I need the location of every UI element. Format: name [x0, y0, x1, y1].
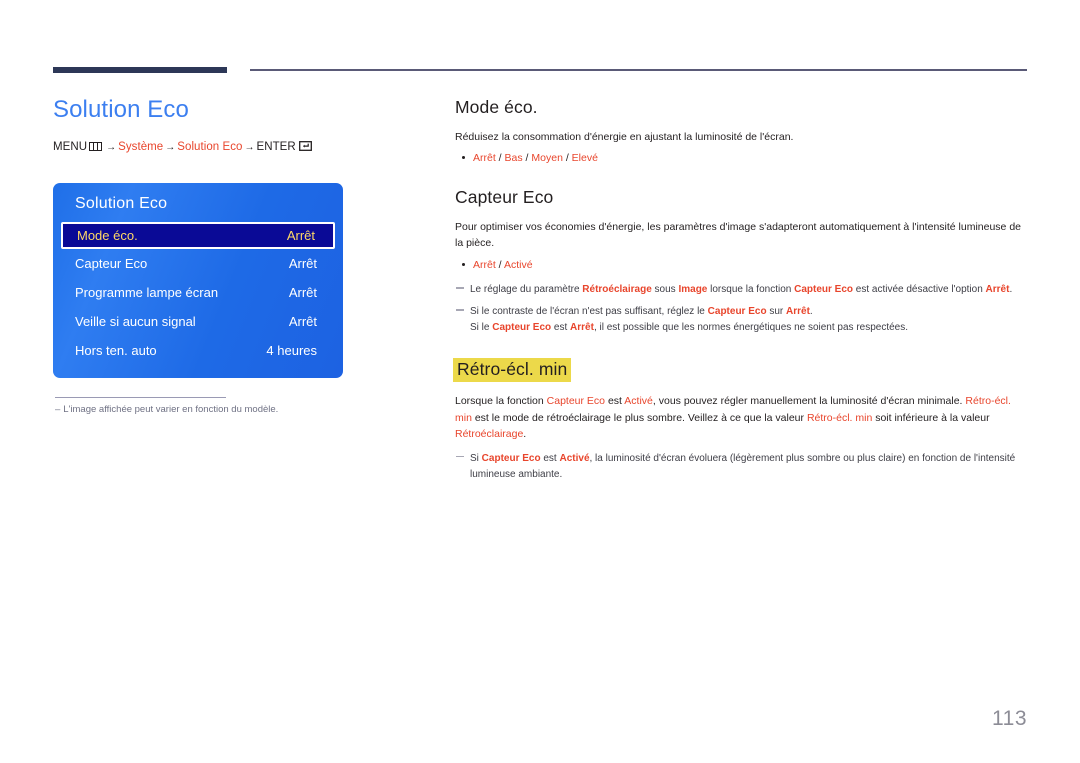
- breadcrumb-arrow-3: →: [244, 142, 255, 153]
- note-text: Le réglage du paramètre: [470, 284, 583, 296]
- paragraph-text: soit inférieure à la valeur: [872, 411, 990, 424]
- note-keyword: Arrêt: [985, 284, 1010, 296]
- capteur-eco-description: Pour optimiser vos économies d'énergie, …: [455, 221, 1021, 250]
- paragraph-text: .: [523, 427, 527, 440]
- left-note: – L'image affichée peut varier en fonctio…: [55, 403, 385, 417]
- osd-menu-rows: Mode éco. Arrêt Capteur Eco Arrêt Programme …: [53, 222, 343, 365]
- note-text: est: [551, 322, 571, 334]
- paragraph-text: , vous pouvez régler manuellement la lum…: [652, 395, 966, 408]
- list-item: Arrêt / Bas / Moyen / Elevé: [462, 150, 1027, 167]
- note-text: est: [540, 453, 560, 465]
- paragraph-text: est: [605, 395, 625, 408]
- note-keyword: Capteur Eco: [492, 322, 552, 334]
- option-value: Arrêt: [473, 258, 496, 271]
- note-keyword: Rétroéclairage: [582, 284, 652, 296]
- osd-row-label: Hors ten. auto: [75, 343, 157, 358]
- retro-ecl-min-description: Lorsque la fonction Capteur Eco est Acti…: [455, 393, 1027, 442]
- menu-grid-icon: [89, 142, 103, 151]
- osd-row-label: Programme lampe écran: [75, 285, 219, 300]
- section-heading-mode-eco: Mode éco.: [455, 97, 538, 117]
- note-text: est activée désactive l'option: [853, 284, 986, 296]
- note-text: .: [809, 306, 813, 318]
- left-column: Solution Eco MENU → Système → Solution Eco → E…: [53, 96, 403, 170]
- option-value: Arrêt: [473, 152, 496, 165]
- header-rule-thin: [250, 69, 1027, 71]
- osd-row-4[interactable]: Hors ten. auto 4 heures: [53, 336, 343, 365]
- section-heading-retro-ecl-min: Rétro-écl. min: [453, 358, 572, 383]
- page-number: 113: [992, 707, 1027, 730]
- paragraph-text: est le mode de rétroéclairage le plus so…: [471, 411, 807, 424]
- left-note-text: L'image affichée peut varier en fonction…: [63, 404, 279, 415]
- note-keyword: Capteur Eco: [481, 453, 541, 465]
- section-heading-capteur-eco: Capteur Eco: [455, 187, 554, 208]
- note-keyword: Activé: [559, 453, 590, 465]
- breadcrumb-menu-label: MENU: [53, 141, 88, 153]
- paragraph-keyword: Capteur Eco: [546, 395, 606, 408]
- capteur-eco-options: Arrêt / Activé: [473, 259, 533, 271]
- osd-row-value: Arrêt: [288, 314, 317, 329]
- capteur-eco-option-list: Arrêt / Activé: [455, 257, 1027, 274]
- osd-row-label: Mode éco.: [77, 228, 138, 243]
- mode-eco-description: Réduisez la consommation d'énergie en aj…: [455, 131, 794, 143]
- option-separator: /: [495, 152, 505, 165]
- osd-row-1[interactable]: Capteur Eco Arrêt: [53, 249, 343, 278]
- osd-row-value: 4 heures: [266, 343, 317, 358]
- osd-row-value: Arrêt: [286, 228, 315, 243]
- osd-row-value: Arrêt: [288, 285, 317, 300]
- breadcrumb-arrow-2: →: [165, 142, 176, 153]
- osd-row-0[interactable]: Mode éco. Arrêt: [61, 222, 335, 249]
- osd-menu-title: Solution Eco: [75, 195, 168, 212]
- capteur-eco-notes: Le réglage du paramètre Rétroéclairage s…: [455, 282, 1027, 336]
- note-text: lorsque la fonction: [707, 284, 795, 296]
- note: Le réglage du paramètre Rétroéclairage s…: [455, 282, 1027, 298]
- osd-row-2[interactable]: Programme lampe écran Arrêt: [53, 278, 343, 307]
- osd-row-3[interactable]: Veille si aucun signal Arrêt: [53, 307, 343, 336]
- note-text: , il est possible que les normes énergét…: [593, 322, 909, 334]
- option-separator: /: [495, 258, 504, 271]
- note-text: Si le: [470, 322, 493, 334]
- osd-row-label: Capteur Eco: [75, 256, 148, 271]
- left-note-dash: –: [55, 404, 61, 415]
- note-text: sur: [766, 306, 787, 318]
- note-text: sous: [651, 284, 679, 296]
- page-title: Solution Eco: [53, 96, 189, 123]
- breadcrumb: MENU → Système → Solution Eco → ENTER: [53, 141, 403, 153]
- option-value: Bas: [504, 152, 523, 165]
- note-keyword: Image: [678, 284, 708, 296]
- paragraph-text: Lorsque la fonction: [455, 395, 547, 408]
- retro-ecl-min-notes: Si Capteur Eco est Activé, la luminosité…: [455, 451, 1027, 483]
- note: Si Capteur Eco est Activé, la luminosité…: [455, 451, 1027, 483]
- note: Si le contraste de l'écran n'est pas suf…: [455, 304, 1027, 336]
- option-value: Elevé: [571, 152, 598, 165]
- osd-row-value: Arrêt: [288, 256, 317, 271]
- option-separator: /: [562, 152, 572, 165]
- breadcrumb-item-solution-eco[interactable]: Solution Eco: [177, 141, 242, 153]
- option-value: Activé: [503, 258, 533, 271]
- note-text: .: [1009, 284, 1013, 296]
- enter-key-icon: [298, 141, 312, 151]
- option-value: Moyen: [531, 152, 563, 165]
- note-text: Si: [470, 453, 482, 465]
- paragraph-keyword: Rétro-écl. min: [806, 411, 873, 424]
- left-note-divider: [55, 397, 226, 398]
- mode-eco-options: Arrêt / Bas / Moyen / Elevé: [473, 152, 598, 164]
- paragraph-keyword: Rétroéclairage: [455, 427, 524, 440]
- note-text: Si le contraste de l'écran n'est pas suf…: [470, 306, 708, 318]
- breadcrumb-arrow-1: →: [106, 142, 117, 153]
- mode-eco-option-list: Arrêt / Bas / Moyen / Elevé: [455, 150, 1027, 167]
- list-item: Arrêt / Activé: [462, 257, 1027, 274]
- breadcrumb-item-systeme[interactable]: Système: [118, 141, 163, 153]
- paragraph-keyword: Activé: [624, 395, 653, 408]
- note-keyword: Capteur Eco: [707, 306, 767, 318]
- note-keyword: Arrêt: [786, 306, 810, 318]
- osd-row-label: Veille si aucun signal: [75, 314, 196, 329]
- right-column: Mode éco. Réduisez la consommation d'éne…: [453, 97, 1027, 489]
- note-keyword: Capteur Eco: [794, 284, 853, 296]
- breadcrumb-enter-label: ENTER: [256, 141, 296, 153]
- header-rule-thick: [53, 67, 227, 73]
- osd-menu-panel: Solution Eco Mode éco. Arrêt Capteur Eco Ar…: [53, 183, 343, 378]
- note-keyword: Arrêt: [570, 322, 594, 334]
